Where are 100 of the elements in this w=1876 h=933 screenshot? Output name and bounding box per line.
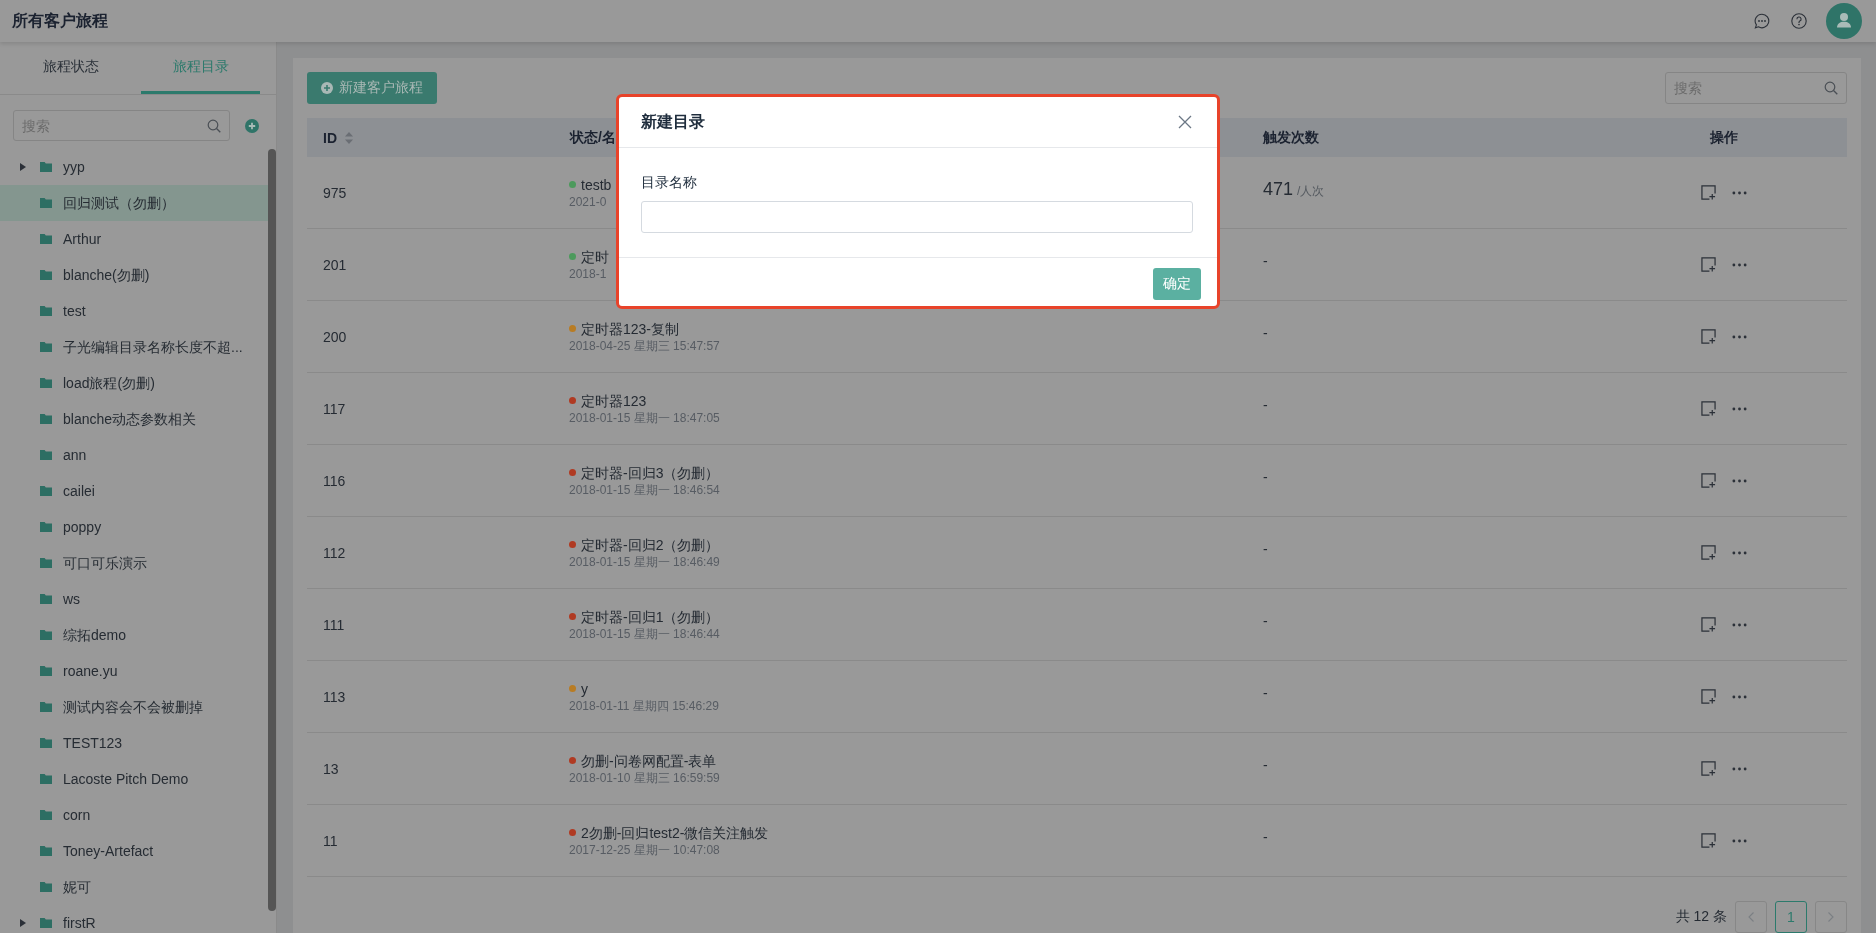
tree-item[interactable]: TEST123 <box>0 725 268 761</box>
trigger-count: - <box>1263 252 1268 271</box>
square-plus-icon[interactable] <box>1700 185 1716 200</box>
tree-item[interactable]: 可口可乐演示 <box>0 545 268 581</box>
journey-id: 200 <box>323 328 347 345</box>
square-plus-icon[interactable] <box>1700 545 1716 560</box>
tree-item[interactable]: poppy <box>0 509 268 545</box>
journey-id: 113 <box>323 688 346 705</box>
folder-icon <box>40 738 52 748</box>
more-icon[interactable] <box>1731 622 1747 627</box>
plus-circle-icon <box>321 82 333 94</box>
journey-id: 11 <box>323 832 338 849</box>
more-icon[interactable] <box>1731 478 1747 483</box>
chevron-left-icon <box>1748 912 1754 922</box>
square-plus-icon[interactable] <box>1700 257 1716 272</box>
trigger-count: - <box>1263 756 1268 775</box>
chevron-right-icon <box>1828 912 1834 922</box>
more-icon[interactable] <box>1731 262 1747 267</box>
folder-icon <box>40 450 52 460</box>
journey-id: 111 <box>323 616 345 633</box>
pagination-total: 共 12 条 <box>1675 908 1727 926</box>
tree-item[interactable]: test <box>0 293 268 329</box>
tree-item[interactable]: roane.yu <box>0 653 268 689</box>
journey-id: 117 <box>323 400 346 417</box>
tree-item[interactable]: 妮可 <box>0 869 268 905</box>
journey-name[interactable]: 定时器123-复制 <box>581 319 680 338</box>
journey-name[interactable]: y <box>581 679 588 698</box>
more-icon[interactable] <box>1731 550 1747 555</box>
name-input-field[interactable] <box>641 201 1193 233</box>
column-header: ID <box>323 129 337 146</box>
journey-name[interactable]: 定时器-回归2（勿删） <box>581 535 720 554</box>
more-icon[interactable] <box>1731 766 1747 771</box>
folder-icon <box>40 162 52 172</box>
journey-date: 2018-1 <box>569 265 607 282</box>
tree-item[interactable]: 子光编辑目录名称长度不超... <box>0 329 268 365</box>
more-icon[interactable] <box>1731 190 1747 195</box>
square-plus-icon[interactable] <box>1700 401 1716 416</box>
field-label: 目录名称 <box>641 173 697 191</box>
column-header: 操作 <box>1709 128 1738 147</box>
folder-icon <box>40 486 52 496</box>
tree-item[interactable]: ann <box>0 437 268 473</box>
caret-icon[interactable] <box>20 163 26 171</box>
user-avatar-icon[interactable] <box>1826 3 1862 39</box>
trigger-count: - <box>1263 828 1268 847</box>
tree-item[interactable]: firstR <box>0 905 268 933</box>
tree-item[interactable]: cailei <box>0 473 268 509</box>
journey-name[interactable]: 定时器123 <box>581 391 647 410</box>
journey-name[interactable]: 定时器-回归3（勿删） <box>581 463 720 482</box>
square-plus-icon[interactable] <box>1700 329 1716 344</box>
tree-item[interactable]: 测试内容会不会被删掉 <box>0 689 268 725</box>
more-icon[interactable] <box>1731 406 1747 411</box>
tree-item[interactable]: corn <box>0 797 268 833</box>
square-plus-icon[interactable] <box>1700 689 1716 704</box>
square-plus-icon[interactable] <box>1700 761 1716 776</box>
journey-name[interactable]: 勿删-问卷网配置-表单 <box>581 751 717 770</box>
tree-item[interactable]: 回归测试（勿删） <box>0 185 268 221</box>
journey-date: 2018-04-25 星期三 15:47:57 <box>569 337 720 354</box>
journey-name[interactable]: 定时器-回归1（勿删） <box>581 607 720 626</box>
journey-name[interactable]: 2勿删-回归test2-微信关注触发 <box>581 823 769 842</box>
caret-icon[interactable] <box>20 919 26 927</box>
tree-item[interactable]: blanche动态参数相关 <box>0 401 268 437</box>
folder-icon <box>40 810 52 820</box>
more-icon[interactable] <box>1731 694 1747 699</box>
square-plus-icon[interactable] <box>1700 833 1716 848</box>
plus-circle-icon[interactable] <box>245 118 259 133</box>
close-icon[interactable] <box>1178 115 1192 129</box>
folder-icon <box>40 342 52 352</box>
more-icon[interactable] <box>1731 334 1747 339</box>
folder-icon <box>40 666 52 676</box>
journey-date: 2018-01-11 星期四 15:46:29 <box>569 697 719 714</box>
search-icon <box>1824 81 1838 95</box>
chat-icon[interactable] <box>1754 13 1770 29</box>
confirm-button[interactable]: 确定 <box>1153 268 1201 300</box>
sidebar-tab[interactable]: 旅程状态 <box>0 42 141 94</box>
tree-item[interactable]: ws <box>0 581 268 617</box>
tree-item[interactable]: Toney-Artefact <box>0 833 268 869</box>
folder-icon <box>40 378 52 388</box>
dialog-title: 新建目录 <box>641 111 705 132</box>
page-title: 所有客户旅程 <box>12 10 108 31</box>
folder-icon <box>40 234 52 244</box>
trigger-count: - <box>1263 540 1268 559</box>
folder-icon <box>40 414 52 424</box>
journey-name[interactable]: 定时 <box>581 247 609 266</box>
tree-item[interactable]: yyp <box>0 149 268 185</box>
tree-item[interactable]: blanche(勿删) <box>0 257 268 293</box>
trigger-count: - <box>1263 396 1268 415</box>
journey-name[interactable]: testb <box>581 175 612 194</box>
tree-item[interactable]: Arthur <box>0 221 268 257</box>
square-plus-icon[interactable] <box>1700 617 1716 632</box>
tree-item[interactable]: Lacoste Pitch Demo <box>0 761 268 797</box>
tree-item[interactable]: load旅程(勿删) <box>0 365 268 401</box>
folder-icon <box>40 558 52 568</box>
trigger-count: - <box>1263 684 1268 703</box>
scrollbar-thumb[interactable] <box>268 149 276 911</box>
square-plus-icon[interactable] <box>1700 473 1716 488</box>
folder-icon <box>40 774 52 784</box>
tree-item[interactable]: 综拓demo <box>0 617 268 653</box>
more-icon[interactable] <box>1731 838 1747 843</box>
help-icon[interactable] <box>1791 13 1807 29</box>
folder-icon <box>40 630 52 640</box>
